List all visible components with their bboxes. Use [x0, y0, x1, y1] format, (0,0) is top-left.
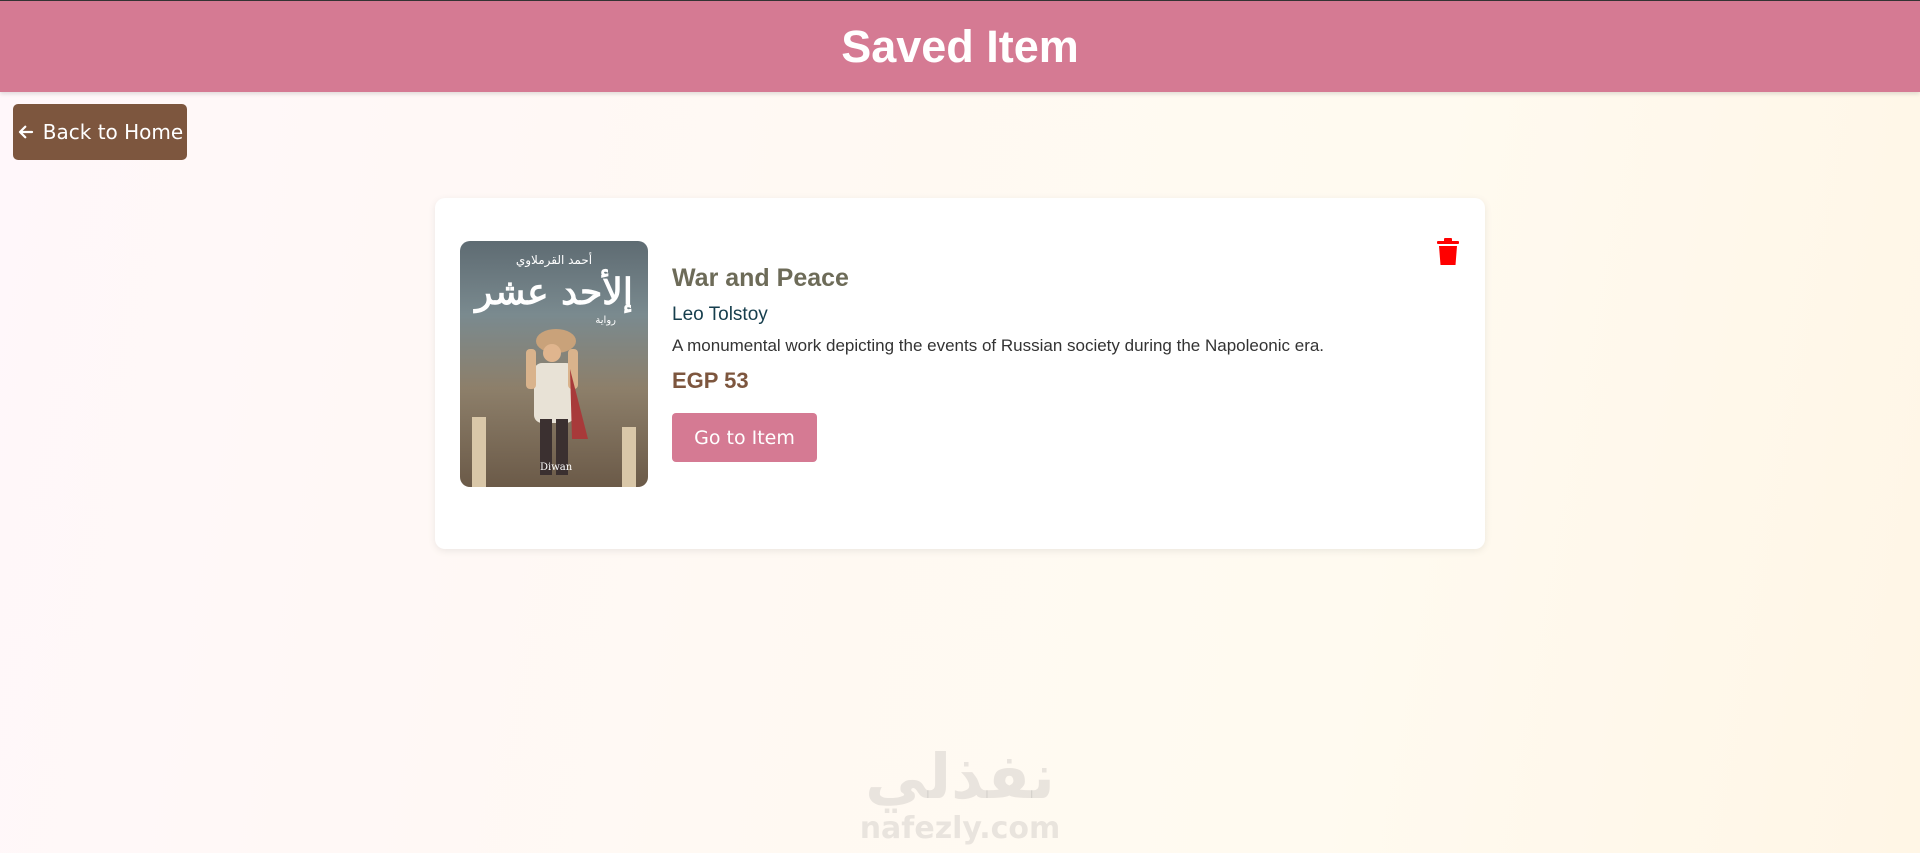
- cover-subtitle: رواية: [595, 315, 616, 326]
- item-info: War and Peace Leo Tolstoy A monumental w…: [672, 264, 1324, 394]
- book-cover-image[interactable]: أحمد القرملاوي إلأحد عشر رواية Diwan: [460, 241, 648, 487]
- cover-author: أحمد القرملاوي: [515, 253, 593, 267]
- page-title: Saved Item: [841, 20, 1079, 72]
- site-watermark: نفذلي nafezly.com: [852, 742, 1068, 846]
- back-to-home-label: Back to Home: [42, 120, 184, 144]
- item-description: A monumental work depicting the events o…: [672, 336, 1325, 355]
- cover-title: إلأحد عشر: [475, 271, 633, 313]
- cover-column-right: [622, 427, 636, 487]
- back-to-home-button[interactable]: Back to Home: [13, 104, 187, 160]
- item-author: Leo Tolstoy: [672, 304, 768, 325]
- go-to-item-button[interactable]: Go to Item: [672, 413, 817, 462]
- item-price: EGP 53: [672, 368, 749, 393]
- saved-item-card: أحمد القرملاوي إلأحد عشر رواية Diwan War…: [435, 198, 1485, 549]
- trash-icon[interactable]: [1436, 238, 1460, 266]
- watermark-url: nafezly.com: [859, 811, 1061, 846]
- item-title: War and Peace: [672, 264, 849, 292]
- arrow-left-icon: [18, 125, 33, 139]
- page-header: Saved Item: [0, 0, 1920, 92]
- cover-publisher: Diwan: [540, 462, 573, 473]
- cover-figure-illustration: [526, 329, 588, 475]
- watermark-arabic: نفذلي: [865, 740, 1055, 813]
- cover-column-left: [472, 417, 486, 487]
